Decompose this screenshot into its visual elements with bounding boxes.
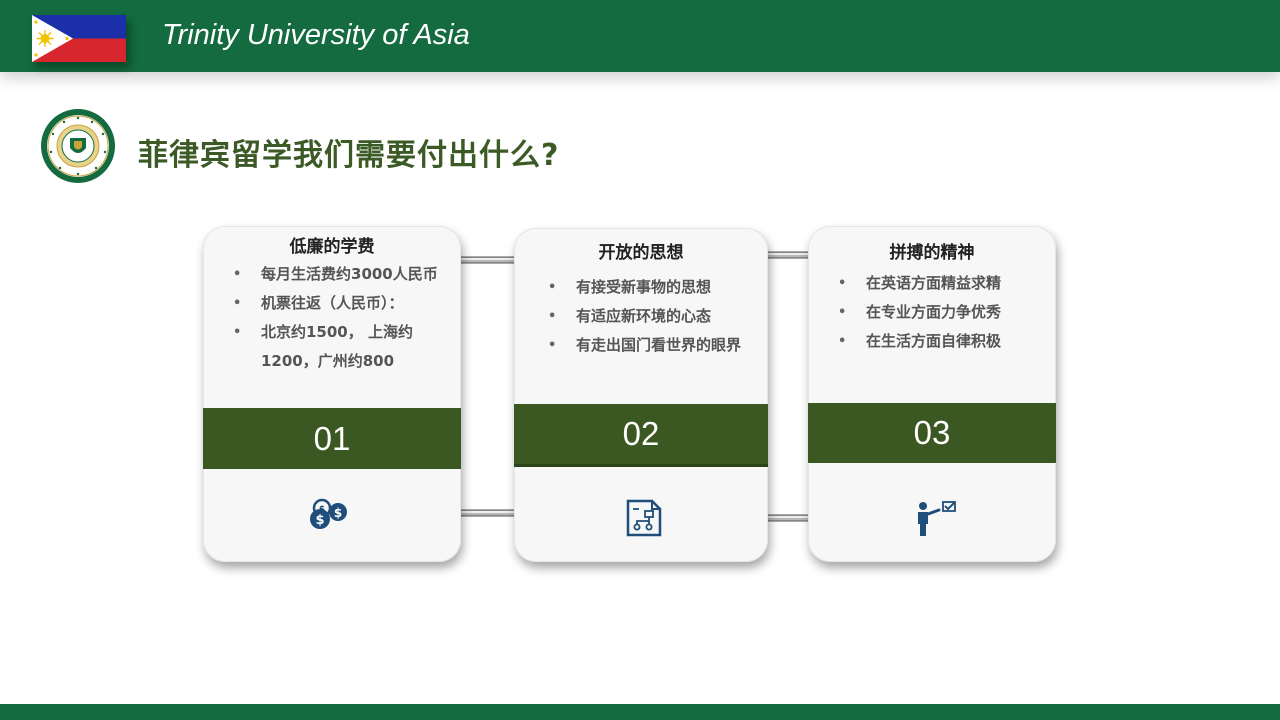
svg-text:$: $	[334, 506, 342, 520]
card-title: 拼搏的精神	[889, 243, 975, 263]
svg-text:$: $	[315, 513, 324, 528]
university-seal-icon	[41, 109, 115, 183]
philippine-flag-icon	[32, 15, 126, 62]
brand-name: Trinity University of Asia	[162, 19, 470, 51]
card-tuition: 低廉的学费 每月生活费约3000人民币 机票往返（人民币）： 北京约1500， …	[203, 226, 461, 562]
card-bullet-list: 每月生活费约3000人民币 机票往返（人民币）： 北京约1500， 上海约120…	[233, 260, 441, 376]
card-number-band: 01	[203, 408, 461, 469]
list-item: 在专业方面力争优秀	[838, 298, 1048, 327]
presenter-checklist-icon	[918, 501, 956, 536]
svg-text:$: $	[319, 505, 325, 515]
card-title: 开放的思想	[598, 243, 684, 263]
card-number-band: 03	[808, 403, 1056, 463]
page-title: 菲律宾留学我们需要付出什么?	[138, 138, 560, 173]
card-striving-spirit: 拼搏的精神 在英语方面精益求精 在专业方面力争优秀 在生活方面自律积极 03	[808, 226, 1056, 562]
flowchart-document-icon	[626, 499, 662, 537]
card-bullet-list: 在英语方面精益求精 在专业方面力争优秀 在生活方面自律积极	[838, 269, 1048, 356]
list-item: 在生活方面自律积极	[838, 327, 1048, 356]
list-item: 有适应新环境的心态	[548, 302, 758, 331]
card-bullet-list: 有接受新事物的思想 有适应新环境的心态 有走出国门看世界的眼界	[548, 273, 758, 360]
card-number-band: 02	[514, 404, 768, 467]
money-coins-icon: $ $ $	[310, 498, 347, 529]
card-open-mind: 开放的思想 有接受新事物的思想 有适应新环境的心态 有走出国门看世界的眼界 02	[514, 228, 768, 562]
list-item: 有走出国门看世界的眼界	[548, 331, 758, 360]
list-item: 每月生活费约3000人民币	[233, 260, 441, 289]
list-item: 机票往返（人民币）：	[233, 289, 441, 318]
card-title: 低廉的学费	[289, 237, 375, 257]
list-item: 在英语方面精益求精	[838, 269, 1048, 298]
header-bar: Trinity University of Asia	[0, 0, 1280, 72]
list-item: 有接受新事物的思想	[548, 273, 758, 302]
footer-bar	[0, 704, 1280, 720]
list-item: 北京约1500， 上海约1200，广州约800	[233, 318, 441, 376]
